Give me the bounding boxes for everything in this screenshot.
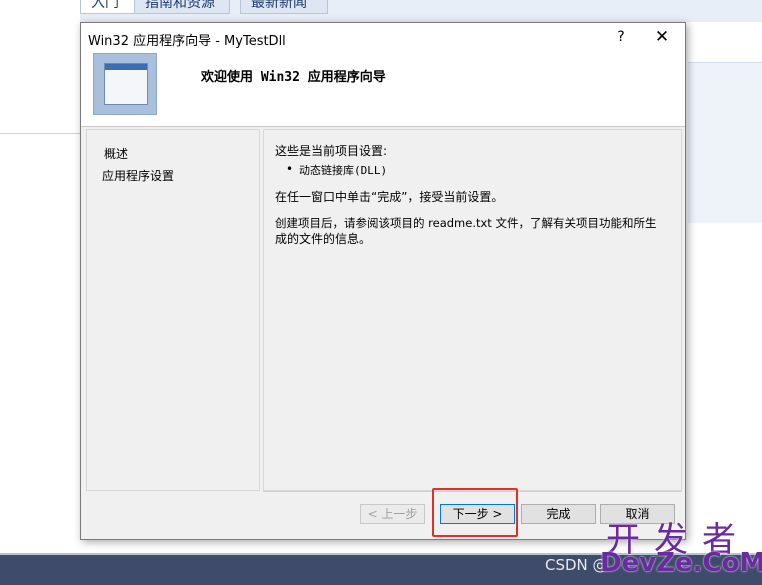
nav-item-app-settings[interactable]: 应用程序设置 — [102, 167, 174, 184]
readme-hint-line2: 成的文件的信息。 — [275, 232, 372, 246]
nav-item-overview[interactable]: 概述 — [104, 145, 128, 162]
devze-watermark: DevZe.CoM — [600, 548, 762, 578]
background-right-panel — [688, 62, 762, 223]
next-button-highlight — [432, 488, 518, 537]
finish-hint: 在任一窗口中单击“完成”，接受当前设置。 — [275, 190, 504, 204]
background-tabstrip: 入门 指南和资源 最新新闻 — [80, 0, 762, 22]
csdn-watermark: CSDN @ — [545, 556, 608, 574]
setting-dll: 动态链接库(DLL) — [299, 164, 388, 177]
tab-getting-started[interactable]: 入门 — [80, 0, 142, 14]
wizard-nav: 概述 应用程序设置 — [86, 129, 260, 491]
readme-hint-line1: 创建项目后，请参阅该项目的 readme.txt 文件，了解有关项目功能和所生 — [275, 216, 657, 230]
win32-wizard-dialog: Win32 应用程序向导 - MyTestDll ? ✕ 欢迎使用 Win32 … — [80, 22, 686, 540]
background-divider — [0, 133, 80, 134]
bullet-icon: • — [286, 162, 294, 176]
settings-intro: 这些是当前项目设置: — [275, 144, 388, 158]
tab-news[interactable]: 最新新闻 — [240, 0, 328, 14]
wizard-content: 这些是当前项目设置: • 动态链接库(DLL) 在任一窗口中单击“完成”，接受当… — [263, 129, 682, 491]
background-panel-left — [0, 0, 80, 555]
wizard-header-title: 欢迎使用 Win32 应用程序向导 — [201, 70, 386, 85]
prev-button[interactable]: < 上一步 — [360, 504, 425, 524]
close-button[interactable]: ✕ — [650, 27, 674, 47]
dialog-title: Win32 应用程序向导 - MyTestDll — [88, 34, 286, 49]
dialog-titlebar[interactable]: Win32 应用程序向导 - MyTestDll ? ✕ — [81, 23, 685, 53]
wizard-window-icon — [93, 53, 157, 115]
wizard-header: 欢迎使用 Win32 应用程序向导 — [81, 53, 685, 127]
help-button[interactable]: ? — [611, 27, 631, 47]
finish-button[interactable]: 完成 — [521, 504, 596, 524]
tab-guides[interactable]: 指南和资源 — [134, 0, 230, 14]
